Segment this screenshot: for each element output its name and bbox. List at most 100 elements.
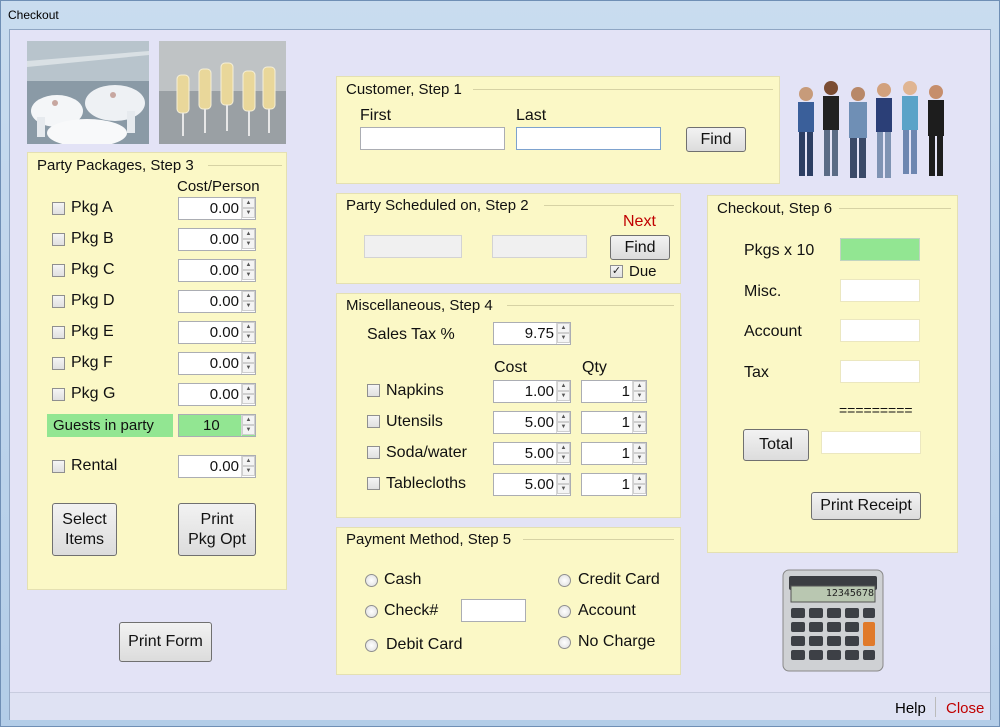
due-checkbox[interactable]: ✓ xyxy=(610,265,623,278)
pkgs-total-field xyxy=(840,238,920,261)
first-name-input[interactable] xyxy=(360,127,505,150)
spinner-down-icon[interactable]: ▼ xyxy=(557,484,570,494)
pkg-a-label: Pkg A xyxy=(71,199,113,216)
print-receipt-button[interactable]: Print Receipt xyxy=(811,492,921,520)
account-radio[interactable] xyxy=(558,605,571,618)
pkg-g-checkbox[interactable] xyxy=(52,388,65,401)
napkins-cost-spinner[interactable]: 1.00 ▲ ▼ xyxy=(493,380,571,403)
spinner-up-icon[interactable]: ▲ xyxy=(242,353,255,363)
pkg-d-cost-spinner[interactable]: 0.00 ▲ ▼ xyxy=(178,290,256,313)
utensils-qty-spinner[interactable]: 1 ▲ ▼ xyxy=(581,411,647,434)
spinner-up-icon[interactable]: ▲ xyxy=(557,412,570,422)
tablecloths-checkbox[interactable] xyxy=(367,477,380,490)
pkg-b-checkbox[interactable] xyxy=(52,233,65,246)
debit-card-radio[interactable] xyxy=(365,639,378,652)
pkg-b-cost-value: 0.00 xyxy=(209,231,239,248)
customer-find-button[interactable]: Find xyxy=(686,127,746,152)
calculator-icon[interactable]: 12345678 xyxy=(779,566,887,675)
napkins-qty-spinner[interactable]: 1 ▲ ▼ xyxy=(581,380,647,403)
tablecloths-qty-spinner[interactable]: 1 ▲ ▼ xyxy=(581,473,647,496)
spinner-up-icon[interactable]: ▲ xyxy=(557,323,570,333)
pkg-b-cost-spinner[interactable]: 0.00 ▲ ▼ xyxy=(178,228,256,251)
spinner-arrows: ▲ ▼ xyxy=(632,474,646,495)
pkg-e-cost-spinner[interactable]: 0.00 ▲ ▼ xyxy=(178,321,256,344)
check-label: Check# xyxy=(384,602,439,619)
spinner-down-icon[interactable]: ▼ xyxy=(242,239,255,249)
spinner-arrows: ▲ ▼ xyxy=(241,198,255,219)
spinner-up-icon[interactable]: ▲ xyxy=(242,322,255,332)
napkins-checkbox[interactable] xyxy=(367,384,380,397)
spinner-down-icon[interactable]: ▼ xyxy=(242,270,255,280)
spinner-down-icon[interactable]: ▼ xyxy=(557,391,570,401)
spinner-down-icon[interactable]: ▼ xyxy=(633,391,646,401)
spinner-down-icon[interactable]: ▼ xyxy=(242,332,255,342)
spinner-down-icon[interactable]: ▼ xyxy=(242,466,255,476)
pkg-f-checkbox[interactable] xyxy=(52,357,65,370)
cash-radio[interactable] xyxy=(365,574,378,587)
sales-tax-spinner[interactable]: 9.75 ▲ ▼ xyxy=(493,322,571,345)
spinner-up-icon[interactable]: ▲ xyxy=(557,474,570,484)
spinner-up-icon[interactable]: ▲ xyxy=(242,260,255,270)
pkg-a-cost-spinner[interactable]: 0.00 ▲ ▼ xyxy=(178,197,256,220)
no-charge-radio[interactable] xyxy=(558,636,571,649)
spinner-down-icon[interactable]: ▼ xyxy=(557,333,570,343)
rental-spinner[interactable]: 0.00 ▲ ▼ xyxy=(178,455,256,478)
pkg-g-cost-spinner[interactable]: 0.00 ▲ ▼ xyxy=(178,383,256,406)
soda-water-cost-spinner[interactable]: 5.00 ▲ ▼ xyxy=(493,442,571,465)
pkg-e-checkbox[interactable] xyxy=(52,326,65,339)
spinner-up-icon[interactable]: ▲ xyxy=(633,443,646,453)
soda-water-qty-spinner[interactable]: 1 ▲ ▼ xyxy=(581,442,647,465)
spinner-down-icon[interactable]: ▼ xyxy=(242,208,255,218)
spinner-up-icon[interactable]: ▲ xyxy=(557,381,570,391)
spinner-up-icon[interactable]: ▲ xyxy=(633,474,646,484)
select-items-line1: Select xyxy=(62,510,107,528)
spinner-up-icon[interactable]: ▲ xyxy=(633,412,646,422)
spinner-up-icon[interactable]: ▲ xyxy=(242,415,255,425)
cash-label: Cash xyxy=(384,571,422,588)
spinner-down-icon[interactable]: ▼ xyxy=(633,484,646,494)
spinner-down-icon[interactable]: ▼ xyxy=(633,453,646,463)
print-pkg-line2: Pkg Opt xyxy=(188,530,246,548)
spinner-up-icon[interactable]: ▲ xyxy=(242,229,255,239)
spinner-up-icon[interactable]: ▲ xyxy=(242,291,255,301)
utensils-cost-spinner[interactable]: 5.00 ▲ ▼ xyxy=(493,411,571,434)
spinner-down-icon[interactable]: ▼ xyxy=(633,422,646,432)
spinner-up-icon[interactable]: ▲ xyxy=(242,456,255,466)
spinner-down-icon[interactable]: ▼ xyxy=(242,394,255,404)
pkg-c-cost-spinner[interactable]: 0.00 ▲ ▼ xyxy=(178,259,256,282)
pkg-e-label: Pkg E xyxy=(71,323,114,340)
pkg-a-cost-value: 0.00 xyxy=(209,200,239,217)
soda-water-checkbox[interactable] xyxy=(367,446,380,459)
guests-spinner[interactable]: 10 ▲ ▼ xyxy=(178,414,256,437)
spinner-down-icon[interactable]: ▼ xyxy=(557,422,570,432)
pkg-g-cost-value: 0.00 xyxy=(209,386,239,403)
total-button[interactable]: Total xyxy=(743,429,809,461)
calculator-display: 12345678 xyxy=(825,588,874,599)
last-name-input[interactable] xyxy=(516,127,661,150)
pkg-c-checkbox[interactable] xyxy=(52,264,65,277)
spinner-up-icon[interactable]: ▲ xyxy=(242,384,255,394)
spinner-down-icon[interactable]: ▼ xyxy=(242,425,255,435)
spinner-down-icon[interactable]: ▼ xyxy=(557,453,570,463)
spinner-down-icon[interactable]: ▼ xyxy=(242,301,255,311)
print-form-button[interactable]: Print Form xyxy=(119,622,212,662)
utensils-checkbox[interactable] xyxy=(367,415,380,428)
tax-total-field xyxy=(840,360,920,383)
spinner-down-icon[interactable]: ▼ xyxy=(242,363,255,373)
select-items-button[interactable]: Select Items xyxy=(52,503,117,556)
print-pkg-opt-button[interactable]: Print Pkg Opt xyxy=(178,503,256,556)
pkg-f-cost-spinner[interactable]: 0.00 ▲ ▼ xyxy=(178,352,256,375)
check-number-input[interactable] xyxy=(461,599,526,622)
pkg-d-checkbox[interactable] xyxy=(52,295,65,308)
pkg-a-checkbox[interactable] xyxy=(52,202,65,215)
tablecloths-cost-spinner[interactable]: 5.00 ▲ ▼ xyxy=(493,473,571,496)
credit-card-radio[interactable] xyxy=(558,574,571,587)
spinner-up-icon[interactable]: ▲ xyxy=(633,381,646,391)
close-link[interactable]: Close xyxy=(946,700,984,717)
rental-checkbox[interactable] xyxy=(52,460,65,473)
schedule-find-button[interactable]: Find xyxy=(610,235,670,260)
check-radio[interactable] xyxy=(365,605,378,618)
spinner-up-icon[interactable]: ▲ xyxy=(557,443,570,453)
help-link[interactable]: Help xyxy=(895,700,926,717)
spinner-up-icon[interactable]: ▲ xyxy=(242,198,255,208)
